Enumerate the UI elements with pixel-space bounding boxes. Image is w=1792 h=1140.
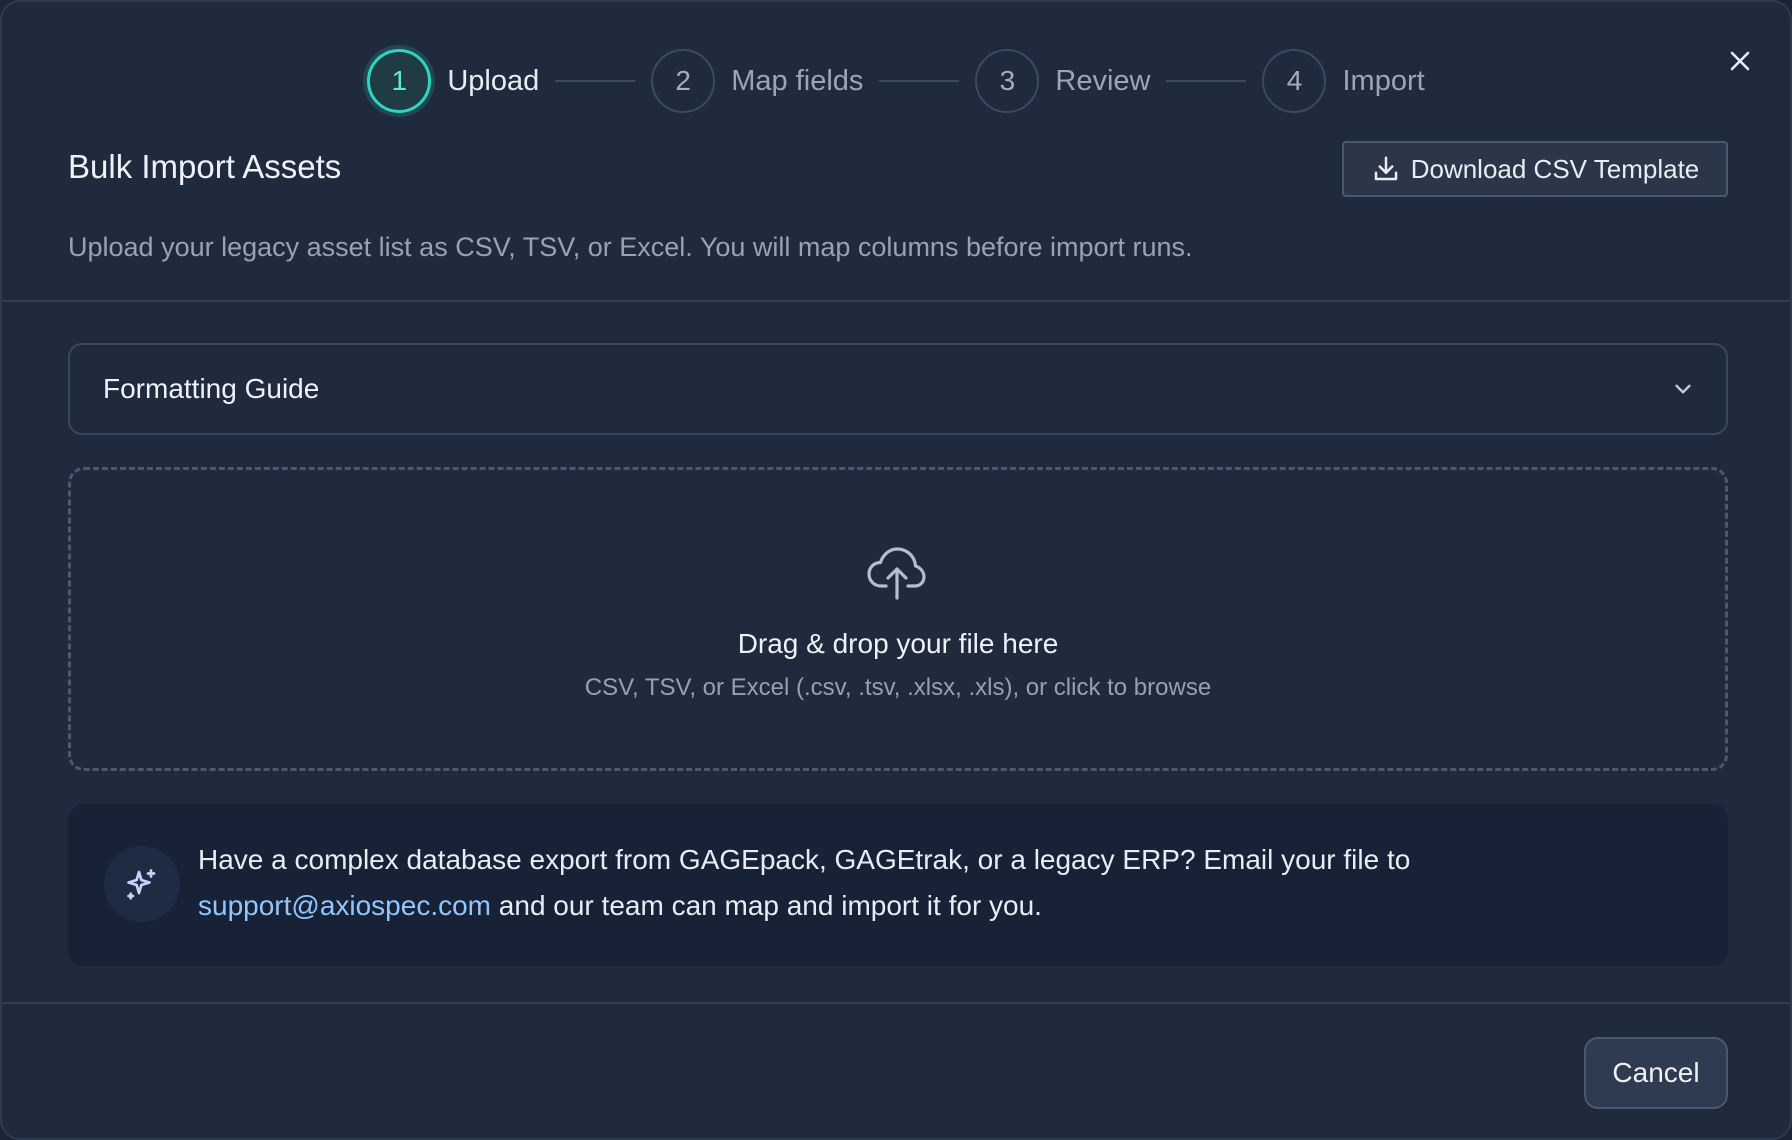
callout-text-after: and our team can map and import it for y… [491,890,1042,921]
step-number-circle: 1 [367,49,432,113]
step-connector [879,80,960,82]
cloud-upload-icon [867,547,926,600]
dialog-title: Bulk Import Assets [68,148,342,185]
step-map-fields[interactable]: 2 Map fields [651,49,863,113]
step-connector [555,80,636,82]
step-review[interactable]: 3 Review [975,49,1150,113]
import-stepper: 1 Upload 2 Map fields 3 Review 4 Import [2,49,1790,113]
cancel-button[interactable]: Cancel [1584,1037,1728,1109]
support-email-link[interactable]: support@axiospec.com [198,890,491,921]
sparkle-icon [127,869,156,900]
step-label: Map fields [731,64,864,97]
step-upload[interactable]: 1 Upload [367,49,539,113]
support-callout: Have a complex database export from GAGE… [68,804,1728,966]
dropzone-subtitle: CSV, TSV, or Excel (.csv, .tsv, .xlsx, .… [584,674,1212,701]
dialog-subtitle: Upload your legacy asset list as CSV, TS… [68,232,1193,262]
step-label: Review [1055,64,1151,97]
callout-text-before: Have a complex database export from GAGE… [198,844,1411,875]
formatting-guide-label: Formatting Guide [103,373,320,404]
sparkle-icon-badge [104,846,180,922]
download-csv-template-button[interactable]: Download CSV Template [1342,141,1728,197]
step-label: Import [1342,64,1425,97]
step-number-circle: 4 [1262,49,1327,113]
step-import[interactable]: 4 Import [1262,49,1425,113]
bulk-import-dialog: 1 Upload 2 Map fields 3 Review 4 Import … [0,0,1792,1140]
step-number-circle: 2 [651,49,716,113]
step-label: Upload [447,64,540,97]
file-dropzone[interactable]: Drag & drop your file here CSV, TSV, or … [68,467,1728,771]
step-number-circle: 3 [975,49,1040,113]
header-divider [2,300,1790,302]
footer-divider [2,1002,1790,1004]
step-connector [1166,80,1247,82]
formatting-guide-accordion[interactable]: Formatting Guide [68,343,1728,435]
download-icon [1374,156,1397,181]
dropzone-title: Drag & drop your file here [737,628,1059,659]
download-button-label: Download CSV Template [1410,153,1700,184]
chevron-down-icon [1675,384,1691,394]
support-callout-text: Have a complex database export from GAGE… [198,837,1678,929]
